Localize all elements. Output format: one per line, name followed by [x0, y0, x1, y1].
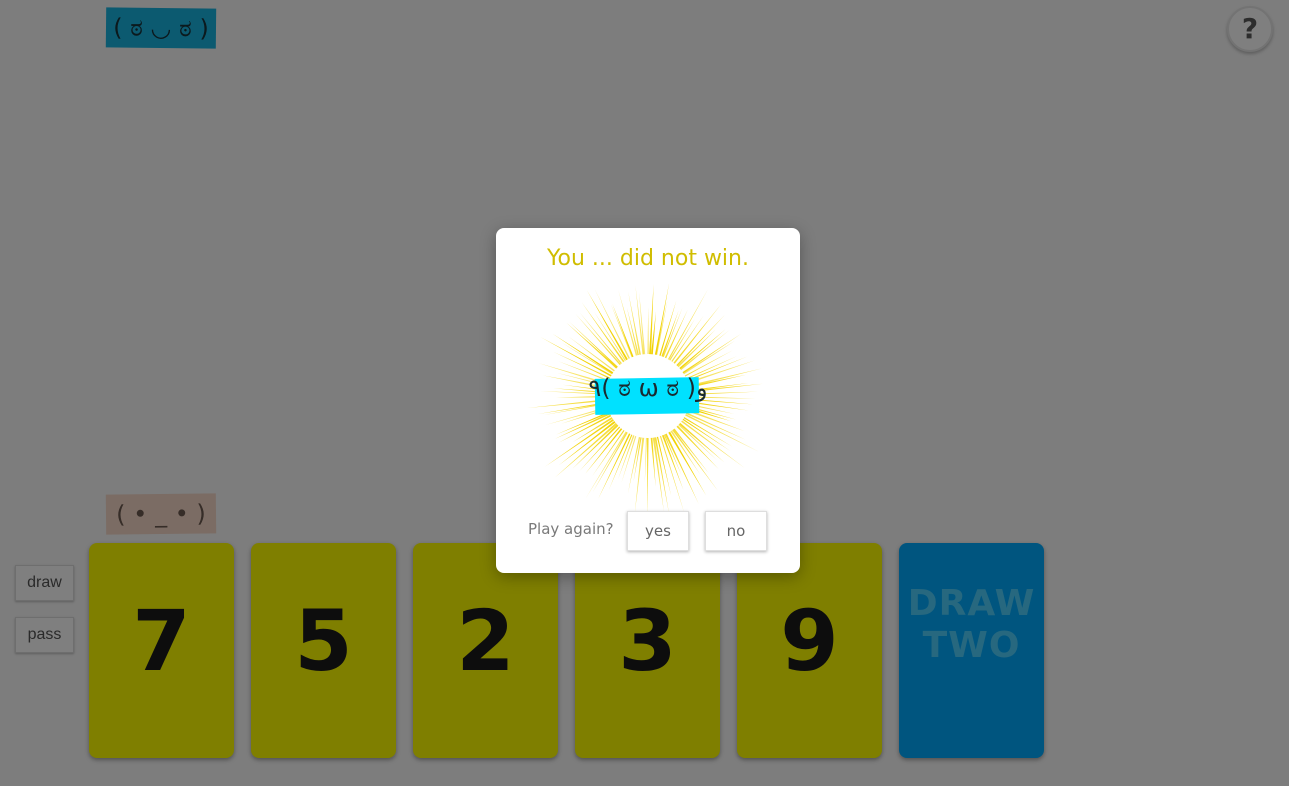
play-again-label: Play again? — [528, 520, 614, 538]
no-button[interactable]: no — [705, 511, 767, 551]
result-title: You ... did not win. — [547, 246, 749, 271]
result-emoticon: ٩( ಠ ω ಠ )و — [588, 374, 708, 402]
game-stage: ( ಠ ◡ ಠ ) ? ( • _ • ) draw pass 7 5 2 3 … — [0, 0, 1289, 786]
game-over-dialog: You ... did not win. ٩( ಠ ω ಠ )و Play ag… — [496, 228, 800, 573]
yes-button[interactable]: yes — [627, 511, 689, 551]
